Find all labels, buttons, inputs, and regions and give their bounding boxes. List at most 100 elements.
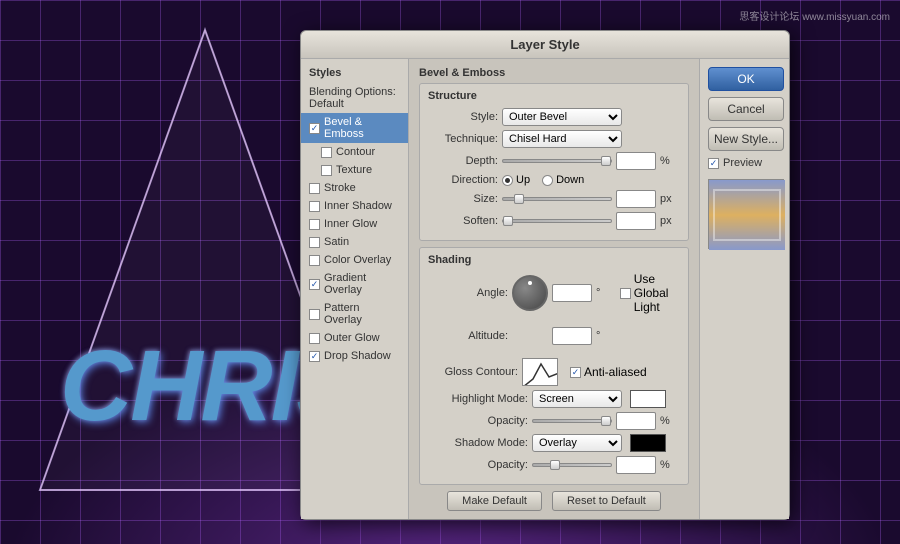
highlight-mode-row: Highlight Mode: Screen xyxy=(428,390,680,408)
anti-aliased-checkbox[interactable] xyxy=(570,367,581,378)
size-label: Size: xyxy=(428,193,498,205)
technique-select[interactable]: Chisel Hard xyxy=(502,130,622,148)
shadow-opacity-row: Opacity: 24 % xyxy=(428,456,680,474)
shadow-mode-select[interactable]: Overlay xyxy=(532,434,622,452)
gloss-contour-preview[interactable] xyxy=(522,358,558,386)
new-style-button[interactable]: New Style... xyxy=(708,127,784,151)
reset-default-button[interactable]: Reset to Default xyxy=(552,491,661,511)
highlight-color-swatch[interactable] xyxy=(630,390,666,408)
shadow-color-swatch[interactable] xyxy=(630,434,666,452)
watermark: 思客设计论坛 www.missyuan.com xyxy=(739,8,890,23)
preview-checkbox[interactable] xyxy=(708,158,719,169)
pattern-overlay-checkbox[interactable] xyxy=(309,309,320,320)
blending-options-label: Blending Options: Default xyxy=(309,86,400,110)
angle-dial[interactable] xyxy=(512,275,548,311)
depth-label: Depth: xyxy=(428,155,498,167)
texture-checkbox[interactable] xyxy=(321,165,332,176)
global-light-container: Use Global Light xyxy=(620,272,680,314)
gradient-overlay-checkbox[interactable] xyxy=(309,279,320,290)
inner-shadow-checkbox[interactable] xyxy=(309,201,320,212)
stroke-item[interactable]: Stroke xyxy=(301,179,408,197)
depth-input[interactable]: 1000 xyxy=(616,152,656,170)
size-row: Size: 5 px xyxy=(428,190,680,208)
size-slider[interactable] xyxy=(502,197,612,201)
shadow-opacity-label: Opacity: xyxy=(428,459,528,471)
bottom-buttons: Make Default Reset to Default xyxy=(419,491,689,511)
depth-slider[interactable] xyxy=(502,159,612,163)
inner-glow-item[interactable]: Inner Glow xyxy=(301,215,408,233)
drop-shadow-label: Drop Shadow xyxy=(324,350,391,362)
highlight-opacity-slider[interactable] xyxy=(532,419,612,423)
size-input[interactable]: 5 xyxy=(616,190,656,208)
angle-label: Angle: xyxy=(428,287,508,299)
highlight-opacity-label: Opacity: xyxy=(428,415,528,427)
settings-panel: Bevel & Emboss Structure Style: Outer Be… xyxy=(409,59,699,519)
bevel-emboss-label: Bevel & Emboss xyxy=(324,116,400,140)
highlight-mode-select[interactable]: Screen xyxy=(532,390,622,408)
inner-shadow-label: Inner Shadow xyxy=(324,200,392,212)
direction-down-radio[interactable] xyxy=(542,175,553,186)
contour-item[interactable]: Contour xyxy=(301,143,408,161)
pattern-overlay-item[interactable]: Pattern Overlay xyxy=(301,299,408,329)
angle-input[interactable]: 90 xyxy=(552,284,592,302)
drop-shadow-item[interactable]: Drop Shadow xyxy=(301,347,408,365)
make-default-button[interactable]: Make Default xyxy=(447,491,542,511)
angle-unit: ° xyxy=(596,287,608,299)
outer-glow-checkbox[interactable] xyxy=(309,333,320,344)
gradient-overlay-label: Gradient Overlay xyxy=(324,272,400,296)
dialog-title: Layer Style xyxy=(510,37,579,52)
highlight-opacity-row: Opacity: 100 % xyxy=(428,412,680,430)
cancel-button[interactable]: Cancel xyxy=(708,97,784,121)
shadow-opacity-slider[interactable] xyxy=(532,463,612,467)
layer-style-dialog: Layer Style Styles Blending Options: Def… xyxy=(300,30,790,520)
color-overlay-item[interactable]: Color Overlay xyxy=(301,251,408,269)
style-select[interactable]: Outer Bevel xyxy=(502,108,622,126)
ok-button[interactable]: OK xyxy=(708,67,784,91)
direction-up-label: Up xyxy=(516,174,530,186)
satin-label: Satin xyxy=(324,236,349,248)
satin-checkbox[interactable] xyxy=(309,237,320,248)
altitude-input[interactable]: 30 xyxy=(552,327,592,345)
direction-down-option[interactable]: Down xyxy=(542,174,584,186)
style-row: Style: Outer Bevel xyxy=(428,108,680,126)
pattern-overlay-label: Pattern Overlay xyxy=(324,302,400,326)
highlight-opacity-input[interactable]: 100 xyxy=(616,412,656,430)
style-label: Style: xyxy=(428,111,498,123)
stroke-checkbox[interactable] xyxy=(309,183,320,194)
outer-glow-item[interactable]: Outer Glow xyxy=(301,329,408,347)
satin-item[interactable]: Satin xyxy=(301,233,408,251)
altitude-row: Altitude: 30 ° xyxy=(428,318,680,354)
contour-checkbox[interactable] xyxy=(321,147,332,158)
direction-down-label: Down xyxy=(556,174,584,186)
technique-label: Technique: xyxy=(428,133,498,145)
use-global-light-checkbox[interactable] xyxy=(620,288,631,299)
use-global-light-label: Use Global Light xyxy=(634,272,680,314)
altitude-label: Altitude: xyxy=(428,330,508,342)
color-overlay-checkbox[interactable] xyxy=(309,255,320,266)
highlight-opacity-unit: % xyxy=(660,415,680,427)
texture-label: Texture xyxy=(336,164,372,176)
soften-slider[interactable] xyxy=(502,219,612,223)
inner-shadow-item[interactable]: Inner Shadow xyxy=(301,197,408,215)
direction-row: Direction: Up Down xyxy=(428,174,680,186)
gradient-overlay-item[interactable]: Gradient Overlay xyxy=(301,269,408,299)
structure-title: Structure xyxy=(428,90,680,102)
direction-radio-group: Up Down xyxy=(502,174,584,186)
anti-aliased-container: Anti-aliased xyxy=(570,365,647,379)
bevel-emboss-checkbox[interactable] xyxy=(309,123,320,134)
right-buttons-panel: OK Cancel New Style... Preview xyxy=(699,59,789,519)
drop-shadow-checkbox[interactable] xyxy=(309,351,320,362)
direction-up-option[interactable]: Up xyxy=(502,174,530,186)
texture-item[interactable]: Texture xyxy=(301,161,408,179)
bevel-emboss-item[interactable]: Bevel & Emboss xyxy=(301,113,408,143)
shading-title: Shading xyxy=(428,254,680,266)
anti-aliased-label: Anti-aliased xyxy=(584,365,647,379)
soften-row: Soften: 0 px xyxy=(428,212,680,230)
soften-input[interactable]: 0 xyxy=(616,212,656,230)
shadow-opacity-input[interactable]: 24 xyxy=(616,456,656,474)
direction-up-radio[interactable] xyxy=(502,175,513,186)
preview-label-container: Preview xyxy=(708,157,781,169)
blending-options-item[interactable]: Blending Options: Default xyxy=(301,83,408,113)
inner-glow-checkbox[interactable] xyxy=(309,219,320,230)
highlight-mode-label: Highlight Mode: xyxy=(428,393,528,405)
